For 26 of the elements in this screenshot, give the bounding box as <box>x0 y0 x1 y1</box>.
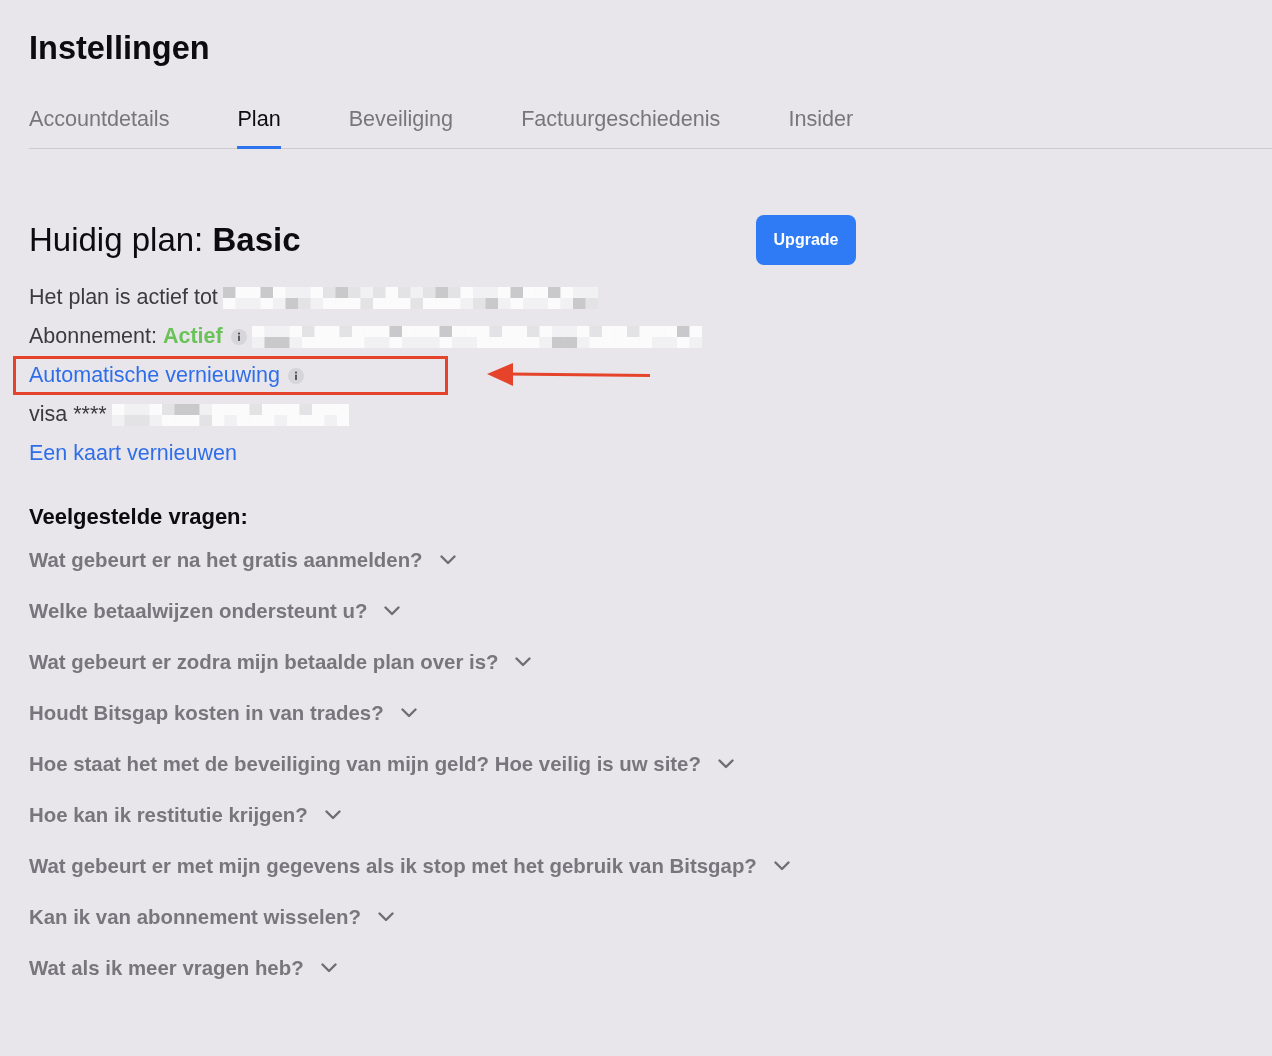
page-title: Instellingen <box>29 29 210 68</box>
info-icon[interactable] <box>230 328 247 345</box>
faq-question[interactable]: Houdt Bitsgap kosten in van trades? <box>29 700 417 726</box>
status-value: Actief <box>162 324 223 349</box>
upgrade-button[interactable]: Upgrade <box>756 215 856 265</box>
tab[interactable]: Insider <box>788 107 854 149</box>
detail-text: visa **** <box>29 402 107 427</box>
detail-text: Het plan is actief tot <box>29 285 218 310</box>
tab[interactable]: Accountdetails <box>29 107 170 149</box>
faq-question[interactable]: Wat als ik meer vragen heb? <box>29 955 337 981</box>
faq-question[interactable]: Kan ik van abonnement wisselen? <box>29 904 394 930</box>
faq-question[interactable]: Wat gebeurt er zodra mijn betaalde plan over is? <box>29 649 532 675</box>
faq-question[interactable]: Hoe kan ik restitutie krijgen? <box>29 802 341 828</box>
info-icon[interactable] <box>287 367 304 384</box>
tab[interactable]: Plan <box>237 107 281 149</box>
faq-question[interactable]: Welke betaalwijzen ondersteunt u? <box>29 598 401 624</box>
field-label: Abonnement: <box>29 324 157 349</box>
plan-heading: Huidig plan: Basic <box>29 220 301 260</box>
faq-heading: Veelgestelde vragen: <box>29 503 248 531</box>
link[interactable]: Automatische vernieuwing <box>29 363 280 388</box>
faq-question[interactable]: Wat gebeurt er met mijn gegevens als ik stop met het gebruik van Bitsgap? <box>29 853 790 879</box>
tab[interactable]: Beveiliging <box>348 107 454 149</box>
faq-question[interactable]: Wat gebeurt er na het gratis aanmelden? <box>29 547 456 573</box>
link[interactable]: Een kaart vernieuwen <box>29 441 237 466</box>
faq-question[interactable]: Hoe staat het met de beveiliging van mijn geld? Hoe veilig is uw site? <box>29 751 734 777</box>
tab[interactable]: Factuurgeschiedenis <box>521 107 721 149</box>
